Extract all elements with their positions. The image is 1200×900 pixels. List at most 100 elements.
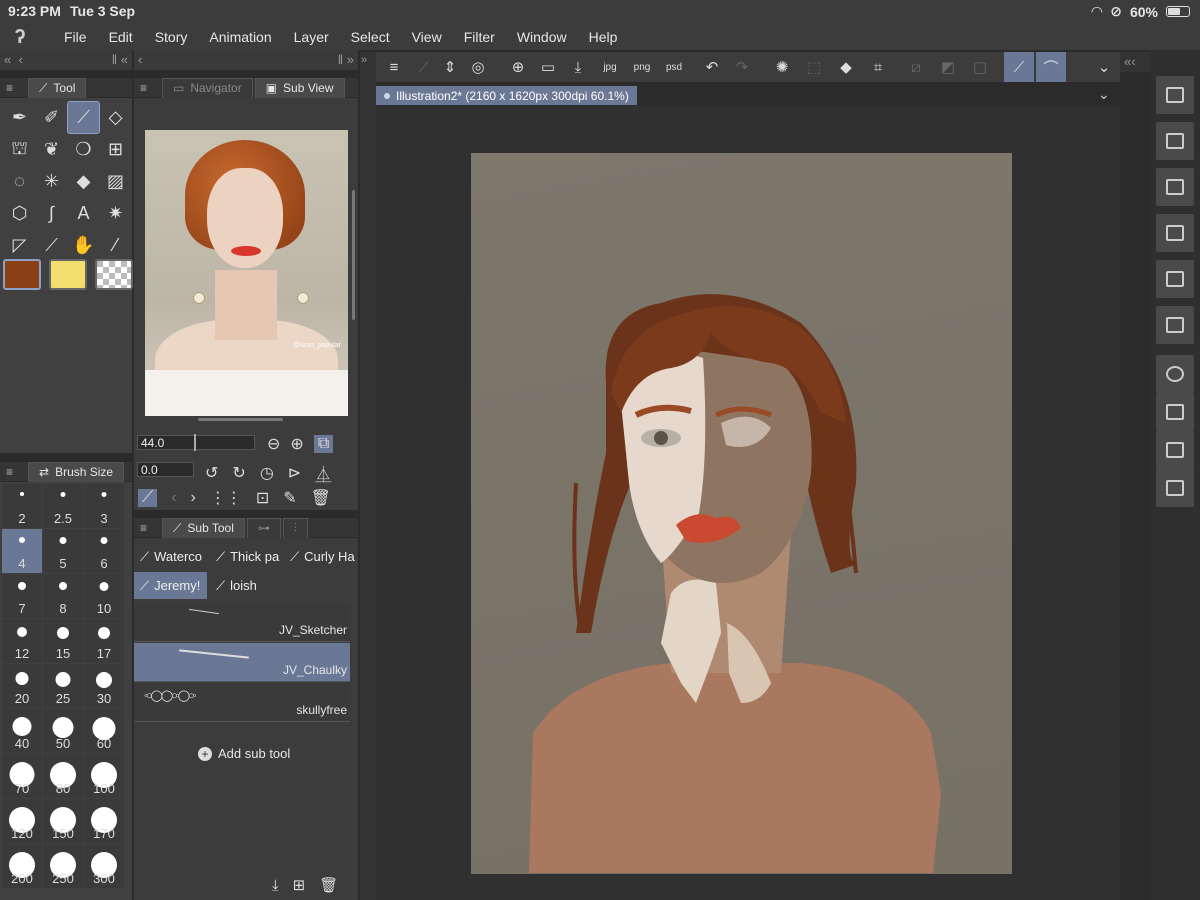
hand-icon[interactable]: ✋ <box>68 230 99 261</box>
brush-size-option[interactable]: 60 <box>84 709 124 753</box>
rotate-right-icon[interactable]: ↻ <box>232 463 245 483</box>
angle-slider[interactable]: 0.0 <box>137 462 194 477</box>
edit-image-icon[interactable]: ✎ <box>283 488 296 508</box>
brush-item-skullyfree[interactable]: ◦○◯◯○◦◯○◦ skullyfree <box>134 683 350 722</box>
menu-file[interactable]: File <box>64 29 87 45</box>
panel-menu-icon[interactable]: ≡ <box>140 521 154 535</box>
fill-icon[interactable]: ◆ <box>834 55 858 79</box>
image-list-icon[interactable]: ⋮⋮ <box>210 488 242 508</box>
brush-size-option[interactable]: 2 <box>2 484 42 528</box>
brush-size-option[interactable]: 150 <box>43 799 83 843</box>
brush-size-option[interactable]: 25 <box>43 664 83 708</box>
tab-brush-settings[interactable]: ⫶ <box>282 517 308 538</box>
duplicate-sub-tool-icon[interactable]: ⊞ <box>293 876 306 894</box>
brush-size-option[interactable]: 15 <box>43 619 83 663</box>
panel-calendar-button[interactable] <box>1156 260 1194 298</box>
menu-animation[interactable]: Animation <box>209 29 271 45</box>
reset-rotation-icon[interactable]: ◷ <box>260 463 274 483</box>
next-image-icon[interactable]: › <box>191 489 196 507</box>
sub-tool-group-jeremy[interactable]: ⟋ Jeremy! <box>134 572 207 599</box>
gradient-icon[interactable]: ▨ <box>100 166 131 197</box>
marker-icon[interactable]: ✐ <box>36 102 67 133</box>
main-color-swatch[interactable] <box>3 259 41 290</box>
sub-view-hscrollbar[interactable] <box>198 418 283 421</box>
brush-size-option[interactable]: 40 <box>2 709 42 753</box>
export-png-icon[interactable]: png <box>630 55 654 79</box>
document-tab[interactable]: Illustration2* (2160 x 1620px 300dpi 60.… <box>376 86 637 105</box>
brush-size-option[interactable]: 70 <box>2 754 42 798</box>
menu-help[interactable]: Help <box>589 29 618 45</box>
canvas-artwork[interactable] <box>471 153 1012 874</box>
sub-tool-group-thick[interactable]: ⟋ Thick pa <box>210 543 284 570</box>
brush-size-option[interactable]: 300 <box>84 844 124 888</box>
3d-object-icon[interactable]: ⬡ <box>4 198 35 229</box>
quick-access-icon[interactable]: ⟋ <box>412 55 436 79</box>
tab-sub-tool[interactable]: ⟋ Sub Tool <box>162 517 245 538</box>
invert-selection-icon[interactable]: ◩ <box>936 55 960 79</box>
import-image-icon[interactable]: ⊡ <box>256 488 269 508</box>
brush-size-option[interactable]: 100 <box>84 754 124 798</box>
brush-size-option[interactable]: 12 <box>2 619 42 663</box>
panel-layer-property-button[interactable] <box>1156 469 1194 507</box>
panel-3d-button[interactable] <box>1156 168 1194 206</box>
sort-icon[interactable]: ⇕ <box>438 55 462 79</box>
tab-sub-view[interactable]: ▣ Sub View <box>254 77 345 98</box>
right-collapse-bar[interactable]: «‹ <box>1120 52 1150 72</box>
new-file-icon[interactable]: ⊕ <box>506 55 530 79</box>
eyedropper-icon[interactable]: ⟋ <box>138 489 158 507</box>
eraser-icon[interactable]: ◇ <box>100 102 131 133</box>
selection-border-icon[interactable]: ▢ <box>968 55 992 79</box>
sub-tool-group-loish[interactable]: ⟋ loish <box>210 572 282 599</box>
brush-size-option[interactable]: 30 <box>84 664 124 708</box>
grid-icon[interactable]: ⊞ <box>100 134 131 165</box>
menu-select[interactable]: Select <box>351 29 390 45</box>
scale-icon[interactable]: ⌗ <box>866 55 890 79</box>
menu-icon[interactable]: ≡ <box>382 55 406 79</box>
brush-size-option[interactable]: 8 <box>43 574 83 618</box>
panel-import-button[interactable] <box>1156 76 1194 114</box>
panel-menu-icon[interactable]: ≡ <box>140 81 154 95</box>
transparent-color-swatch[interactable] <box>95 259 133 290</box>
tab-tool[interactable]: ⟋ Tool <box>28 77 87 98</box>
panel-menu-icon[interactable]: ≡ <box>6 81 20 95</box>
document-expand-icon[interactable]: ⌄ <box>1098 86 1110 103</box>
undo-icon[interactable]: ↶ <box>700 55 724 79</box>
redo-icon[interactable]: ↷ <box>730 55 754 79</box>
blend-icon[interactable]: ❍ <box>68 134 99 165</box>
menu-story[interactable]: Story <box>155 29 188 45</box>
flip-horizontal-icon[interactable]: ⊳ <box>288 463 301 483</box>
middle-collapse-bar[interactable]: ‹ ‖ » <box>134 50 358 70</box>
brush-size-option[interactable]: 17 <box>84 619 124 663</box>
app-logo-icon[interactable]: ʔ <box>0 26 40 49</box>
lasso-icon[interactable]: ◌ <box>4 166 35 197</box>
ruler-icon[interactable]: ◸ <box>4 230 35 261</box>
add-sub-tool-button[interactable]: + Add sub tool <box>198 746 290 761</box>
save-icon[interactable]: ⤓ <box>566 55 590 79</box>
sub-color-swatch[interactable] <box>49 259 87 290</box>
rotate-left-icon[interactable]: ↺ <box>205 463 218 483</box>
transform-icon[interactable]: ⬚ <box>802 55 826 79</box>
export-jpg-icon[interactable]: jpg <box>598 55 622 79</box>
curve-icon[interactable]: ∫ <box>36 198 67 229</box>
brush-size-option[interactable]: 80 <box>43 754 83 798</box>
previous-image-icon[interactable]: ‹ <box>171 489 176 507</box>
brush-size-option[interactable]: 4 <box>2 529 42 573</box>
magic-wand-icon[interactable]: ✳ <box>36 166 67 197</box>
brush-size-option[interactable]: 6 <box>84 529 124 573</box>
export-psd-icon[interactable]: psd <box>662 55 686 79</box>
eyedropper-icon[interactable]: ⁄ <box>100 230 131 261</box>
sub-tool-group-curly[interactable]: ⟋ Curly Ha <box>284 543 356 570</box>
brush-item-sketcher[interactable]: JV_Sketcher <box>134 603 350 642</box>
brush-size-option[interactable]: 170 <box>84 799 124 843</box>
loading-icon[interactable]: ✺ <box>770 55 794 79</box>
menu-window[interactable]: Window <box>517 29 567 45</box>
delete-image-icon[interactable]: 🗑 <box>311 488 331 508</box>
sub-tool-group-waterco[interactable]: ⟋ Waterco <box>134 543 208 570</box>
fill-blend-icon[interactable]: ⛫ <box>4 134 35 165</box>
panel-menu-icon[interactable]: ≡ <box>6 465 20 479</box>
snap-ruler-icon[interactable]: ⟋ <box>1004 52 1034 82</box>
left-collapse-bar[interactable]: « ‹ ‖ « <box>0 50 132 70</box>
decoration-icon[interactable]: ❦ <box>36 134 67 165</box>
clear-selection-icon[interactable]: ⧄ <box>904 55 928 79</box>
zoom-out-icon[interactable]: ⊖ <box>267 434 280 454</box>
